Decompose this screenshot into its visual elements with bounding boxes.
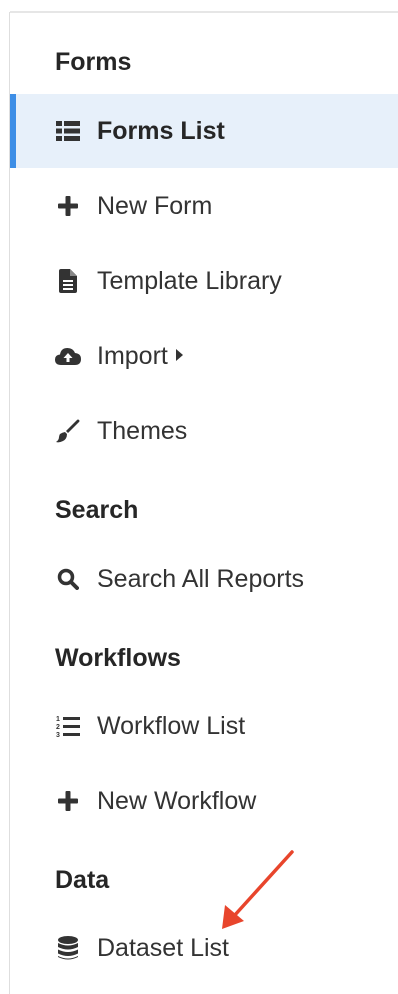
annotation-arrow xyxy=(222,850,294,929)
